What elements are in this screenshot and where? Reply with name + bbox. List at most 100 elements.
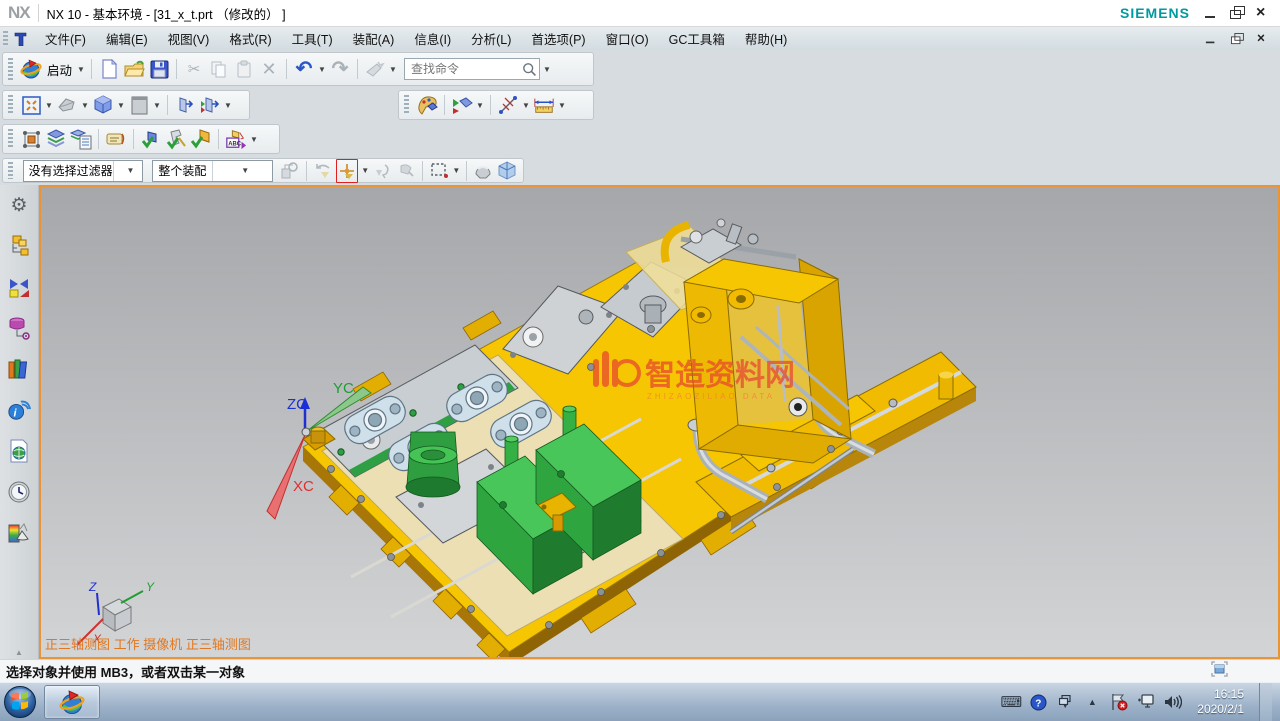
- filter-combo-arrow[interactable]: ▼: [113, 161, 143, 181]
- toolbar-grip[interactable]: [8, 162, 13, 178]
- clip-dropdown[interactable]: ▼: [224, 101, 232, 110]
- measure-dropdown[interactable]: ▼: [558, 101, 566, 110]
- minimize-button[interactable]: [1204, 7, 1218, 19]
- snap-toggle-dropdown[interactable]: ▼: [361, 166, 369, 175]
- window-restore-tray-icon[interactable]: ▼: [1056, 693, 1074, 711]
- cut-button[interactable]: ✂: [183, 58, 205, 80]
- new-file-button[interactable]: [98, 58, 120, 80]
- window-dropdown[interactable]: ▼: [153, 101, 161, 110]
- toolbar-grip[interactable]: [404, 95, 409, 115]
- fit-view-button[interactable]: [20, 94, 42, 116]
- translucency-button[interactable]: [497, 160, 517, 182]
- save-button[interactable]: [148, 58, 170, 80]
- note-button[interactable]: [105, 128, 127, 150]
- menu-window[interactable]: 窗口(O): [596, 27, 659, 50]
- clip-section-button[interactable]: [174, 94, 196, 116]
- reorient-button[interactable]: [372, 160, 392, 182]
- visualization-button[interactable]: [451, 94, 473, 116]
- volume-tray-icon[interactable]: [1164, 693, 1182, 711]
- marquee-dropdown[interactable]: ▼: [452, 166, 460, 175]
- orient-view-button[interactable]: [56, 94, 78, 116]
- restore-button[interactable]: [1230, 7, 1244, 19]
- toolbar-grip[interactable]: [8, 95, 13, 115]
- open-button[interactable]: [123, 58, 145, 80]
- menu-analysis[interactable]: 分析(L): [461, 27, 521, 50]
- toolbar-grip[interactable]: [8, 58, 13, 80]
- redo-button[interactable]: ↷: [329, 58, 351, 80]
- marquee-select-button[interactable]: [429, 160, 449, 182]
- close-button[interactable]: ×: [1256, 7, 1270, 19]
- undo-button[interactable]: ↶: [293, 58, 315, 80]
- selection-scope-combo[interactable]: 整个装配 ▼: [152, 160, 273, 182]
- web-browser-page-icon[interactable]: [7, 439, 31, 463]
- check-part-button[interactable]: [140, 128, 162, 150]
- mdi-close-button[interactable]: ×: [1257, 33, 1269, 43]
- toolbar-grip[interactable]: [3, 31, 8, 47]
- check-tool-button[interactable]: [165, 128, 187, 150]
- drag-button[interactable]: [396, 160, 416, 182]
- help-tray-icon[interactable]: ?: [1029, 693, 1047, 711]
- send-dropdown[interactable]: ▼: [389, 65, 397, 74]
- menu-edit[interactable]: 编辑(E): [96, 27, 158, 50]
- menu-preferences[interactable]: 首选项(P): [521, 27, 595, 50]
- assembly-navigator-icon[interactable]: [7, 234, 31, 258]
- network-tray-icon[interactable]: [1137, 693, 1155, 711]
- check-assembly-button[interactable]: [190, 128, 212, 150]
- snap-point-button[interactable]: [497, 94, 519, 116]
- show-desktop-button[interactable]: [1259, 683, 1272, 721]
- scope-combo-arrow[interactable]: ▼: [212, 161, 272, 181]
- menu-format[interactable]: 格式(R): [219, 27, 281, 50]
- start-button[interactable]: [2, 685, 38, 719]
- roles-gear-icon[interactable]: ⚙: [7, 193, 31, 217]
- find-dropdown[interactable]: ▼: [543, 65, 551, 74]
- delete-button[interactable]: ✕: [258, 58, 280, 80]
- menu-gc-toolbox[interactable]: GC工具箱: [659, 27, 735, 50]
- fit-dropdown[interactable]: ▼: [45, 101, 53, 110]
- show-hidden-icons-button[interactable]: ▲: [1083, 693, 1101, 711]
- paste-button[interactable]: [233, 58, 255, 80]
- layer-visible-button[interactable]: [45, 128, 67, 150]
- start-label[interactable]: 启动: [47, 60, 72, 79]
- constraint-navigator-icon[interactable]: [7, 275, 31, 299]
- menu-tools[interactable]: 工具(T): [282, 27, 343, 50]
- copy-button[interactable]: [208, 58, 230, 80]
- render-style-button[interactable]: [92, 94, 114, 116]
- edit-display-dropdown[interactable]: ▼: [250, 135, 258, 144]
- toolbar-grip[interactable]: [8, 129, 13, 149]
- menu-view[interactable]: 视图(V): [158, 27, 220, 50]
- snap-point-toggle[interactable]: [336, 159, 358, 183]
- move-component-button[interactable]: [20, 128, 42, 150]
- mdi-minimize-button[interactable]: [1205, 33, 1217, 43]
- orient-dropdown[interactable]: ▼: [81, 101, 89, 110]
- action-center-flag-icon[interactable]: [1110, 693, 1128, 711]
- window-style-button[interactable]: [128, 94, 150, 116]
- find-command-input[interactable]: [409, 61, 522, 77]
- selection-filter-combo[interactable]: 没有选择过滤器 ▼: [23, 160, 144, 182]
- edit-object-display-button[interactable]: ABC: [225, 128, 247, 150]
- restore-selection-button[interactable]: [312, 160, 332, 182]
- history-clock-icon[interactable]: [7, 480, 31, 504]
- visualization-dropdown[interactable]: ▼: [476, 101, 484, 110]
- true-shading-button[interactable]: [416, 94, 438, 116]
- render-dropdown[interactable]: ▼: [117, 101, 125, 110]
- materials-palette-icon[interactable]: [7, 521, 31, 545]
- send-command-button[interactable]: [364, 58, 386, 80]
- highlight-shaded-button[interactable]: [473, 160, 493, 182]
- sidebar-collapse-arrow[interactable]: ▲: [0, 648, 38, 657]
- input-keyboard-icon[interactable]: ⌨: [1002, 693, 1020, 711]
- start-dropdown[interactable]: ▼: [77, 65, 85, 74]
- measure-distance-button[interactable]: [533, 94, 555, 116]
- taskbar-clock[interactable]: 16:15 2020/2/1: [1191, 687, 1250, 717]
- menu-help[interactable]: 帮助(H): [735, 27, 797, 50]
- restore-graphics-button[interactable]: [1211, 661, 1280, 682]
- nx-taskbar-button[interactable]: [44, 685, 100, 719]
- magnifier-icon[interactable]: [522, 62, 537, 77]
- part-navigator-icon[interactable]: [7, 316, 31, 340]
- mdi-restore-button[interactable]: [1231, 33, 1243, 43]
- assembly-constraints-button[interactable]: [279, 160, 299, 182]
- clip-section-assembly-button[interactable]: [199, 94, 221, 116]
- snap-dropdown[interactable]: ▼: [522, 101, 530, 110]
- undo-dropdown[interactable]: ▼: [318, 65, 326, 74]
- graphics-window[interactable]: ZC YC XC Z Y X: [39, 185, 1280, 659]
- layer-settings-button[interactable]: [70, 128, 92, 150]
